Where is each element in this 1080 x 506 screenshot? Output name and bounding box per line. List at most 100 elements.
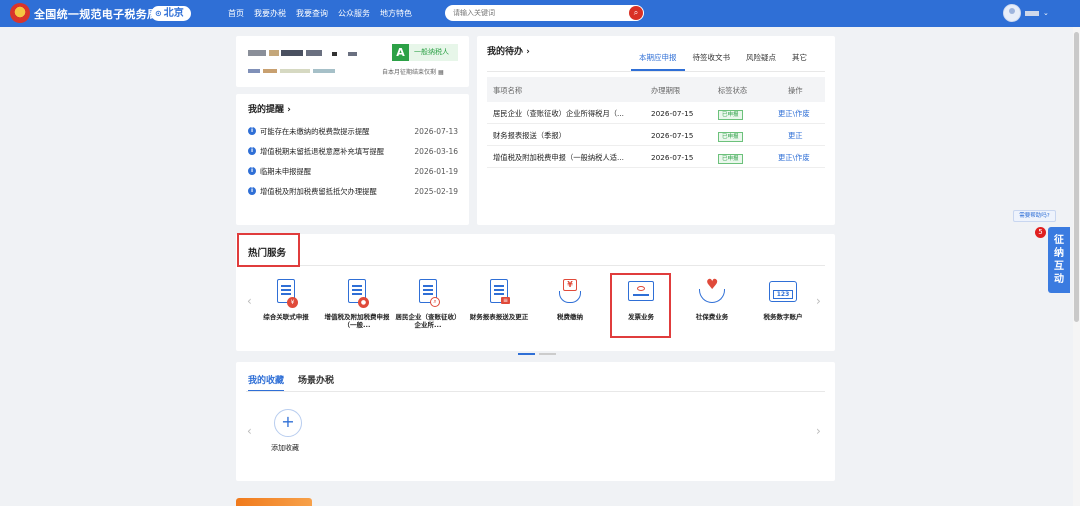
- scrollbar-thumb[interactable]: [1074, 32, 1079, 322]
- nav-public-service[interactable]: 公众服务: [338, 8, 370, 19]
- site-title[interactable]: 全国统一规范电子税务局: [34, 6, 158, 22]
- todo-tabs: 本期应申报 待签收文书 风险疑点 其它: [631, 52, 815, 71]
- column-header: 事项名称: [493, 86, 523, 95]
- highlight-box: [237, 233, 300, 267]
- nav-home[interactable]: 首页: [228, 8, 244, 19]
- tax-interaction-button[interactable]: 征 纳 互 动: [1048, 227, 1070, 293]
- item-deadline: 2026-07-15: [651, 131, 694, 140]
- comprehensive-declaration-icon: ¥: [271, 277, 301, 311]
- column-header: 标签状态: [718, 86, 748, 95]
- tab-my-favorites[interactable]: 我的收藏: [248, 373, 285, 392]
- tab-other[interactable]: 其它: [784, 52, 815, 71]
- service-vat-declaration[interactable]: ● 增值税及附加税费申报（一般...: [322, 277, 392, 329]
- tax-id-blurred: [280, 69, 310, 73]
- service-financial-statement[interactable]: ≡ 财务报表报送及更正: [464, 277, 534, 321]
- period-note: 自本月征期结束仅剩 ▦: [382, 67, 444, 76]
- company-name-blurred: [281, 50, 303, 56]
- list-item[interactable]: i 临期未申报提醒 2026-01-19: [248, 164, 458, 184]
- chevron-left-icon[interactable]: ‹: [247, 424, 252, 438]
- carousel-pager: [518, 340, 560, 359]
- company-name-blurred: [348, 52, 357, 56]
- taxpayer-type-tag: A 一般纳税人: [392, 44, 458, 61]
- tax-id-blurred: [248, 69, 260, 73]
- item-deadline: 2026-07-15: [651, 109, 694, 118]
- list-item[interactable]: i 增值税及附加税费留抵抵欠办理提醒 2025-02-19: [248, 184, 458, 204]
- reminder-date: 2026-03-16: [414, 147, 458, 156]
- interact-char: 征: [1054, 235, 1064, 246]
- interact-char: 互: [1054, 261, 1064, 272]
- nav-do-tax[interactable]: 我要办税: [254, 8, 286, 19]
- action-link[interactable]: 更正\作废: [778, 109, 810, 119]
- tab-risk-points[interactable]: 风险疑点: [738, 52, 784, 71]
- service-digital-account[interactable]: 123 税务数字账户: [748, 277, 818, 321]
- action-link[interactable]: 更正\作废: [778, 153, 810, 163]
- action-link[interactable]: 更正: [788, 131, 803, 141]
- credit-level: A: [392, 44, 409, 61]
- service-comprehensive-declaration[interactable]: ¥ 综合关联式申报: [251, 277, 321, 321]
- city-label: 北京: [163, 8, 184, 19]
- divider: [487, 71, 825, 72]
- status-badge: 已申报: [718, 109, 743, 120]
- reminder-date: 2025-02-19: [414, 187, 458, 196]
- reminders-card: 我的提醒 › i 可能存在未缴纳的税费款提示提醒 2026-07-13 i 增值税期末…: [236, 94, 469, 225]
- search-input[interactable]: [453, 7, 623, 19]
- plus-icon: +: [281, 412, 295, 431]
- service-label: 税费缴纳: [557, 313, 583, 321]
- reminder-text: 临期未申报提醒: [260, 167, 312, 176]
- info-icon: i: [248, 187, 256, 195]
- city-selector[interactable]: ⊙ 北京: [151, 6, 191, 21]
- vat-declaration-icon: ●: [342, 277, 372, 311]
- reminder-text: 增值税期末留抵退税意愿补充填写提醒: [260, 147, 385, 156]
- reminder-text: 增值税及附加税费留抵抵欠办理提醒: [260, 187, 377, 196]
- favorites-tabs: 我的收藏 场景办税: [248, 373, 334, 392]
- info-icon: i: [248, 127, 256, 135]
- tax-id-blurred: [263, 69, 277, 73]
- todo-title[interactable]: 我的待办 ›: [487, 44, 530, 57]
- help-tooltip[interactable]: 需要帮助吗?: [1013, 210, 1056, 222]
- reminders-list: i 可能存在未缴纳的税费款提示提醒 2026-07-13 i 增值税期末留抵退税意愿补…: [248, 124, 458, 204]
- company-name-blurred: [269, 50, 279, 56]
- period-note-text: 自本月征期结束仅剩: [382, 69, 437, 76]
- status-tag: 已申报: [718, 132, 743, 142]
- todo-table: 事项名称 办理期限 标签状态 操作 居民企业（查账征收）企业所得税月（... 2…: [487, 77, 825, 168]
- social-security-icon: ♥: [697, 277, 727, 311]
- service-social-security[interactable]: ♥ 社保费业务: [677, 277, 747, 321]
- chevron-right-icon[interactable]: ›: [816, 424, 821, 438]
- nav-query[interactable]: 我要查询: [296, 8, 328, 19]
- column-header: 办理期限: [651, 86, 681, 95]
- status-tag: 已申报: [718, 110, 743, 120]
- user-name-blurred: [1025, 10, 1039, 16]
- info-icon: i: [248, 147, 256, 155]
- nav-local-features[interactable]: 地方特色: [380, 8, 412, 19]
- add-favorite-label: 添加收藏: [271, 444, 299, 452]
- bottom-banner: [236, 498, 312, 506]
- pager-dot[interactable]: [518, 353, 535, 355]
- user-menu[interactable]: ⌄: [1003, 4, 1049, 22]
- company-name-blurred: [332, 52, 337, 56]
- service-corporate-income-tax[interactable]: ⌕ 居民企业（查账征收）企业所...: [393, 277, 463, 329]
- tab-current-declaration[interactable]: 本期应申报: [631, 52, 685, 71]
- highlight-box: [610, 273, 671, 338]
- item-name: 增值税及附加税费申报（一般纳税人适...: [493, 153, 625, 162]
- reminder-date: 2026-01-19: [414, 167, 458, 176]
- column-header: 操作: [788, 86, 803, 95]
- main-nav: 首页 我要办税 我要查询 公众服务 地方特色: [228, 8, 412, 19]
- status-tag: 已申报: [718, 154, 743, 164]
- scrollbar[interactable]: [1073, 27, 1080, 506]
- add-favorite-button[interactable]: +: [274, 409, 302, 437]
- company-name-blurred: [248, 50, 266, 56]
- tab-pending-documents[interactable]: 待签收文书: [685, 52, 739, 71]
- list-item[interactable]: i 可能存在未缴纳的税费款提示提醒 2026-07-13: [248, 124, 458, 144]
- tab-scenario-tax[interactable]: 场景办税: [298, 373, 334, 392]
- item-name: 财务报表报送（季报）: [493, 131, 566, 140]
- list-item[interactable]: i 增值税期末留抵退税意愿补充填写提醒 2026-03-16: [248, 144, 458, 164]
- reminder-date: 2026-07-13: [414, 127, 458, 136]
- tax-id-blurred: [313, 69, 335, 73]
- status-badge: 已申报: [718, 131, 743, 142]
- pager-dot[interactable]: [539, 353, 556, 355]
- service-tax-payment[interactable]: ¥ 税费缴纳: [535, 277, 605, 321]
- search-icon[interactable]: ⌕: [629, 6, 643, 20]
- item-name: 居民企业（查账征收）企业所得税月（...: [493, 109, 625, 118]
- divider: [246, 391, 825, 392]
- reminders-title[interactable]: 我的提醒 ›: [248, 102, 291, 115]
